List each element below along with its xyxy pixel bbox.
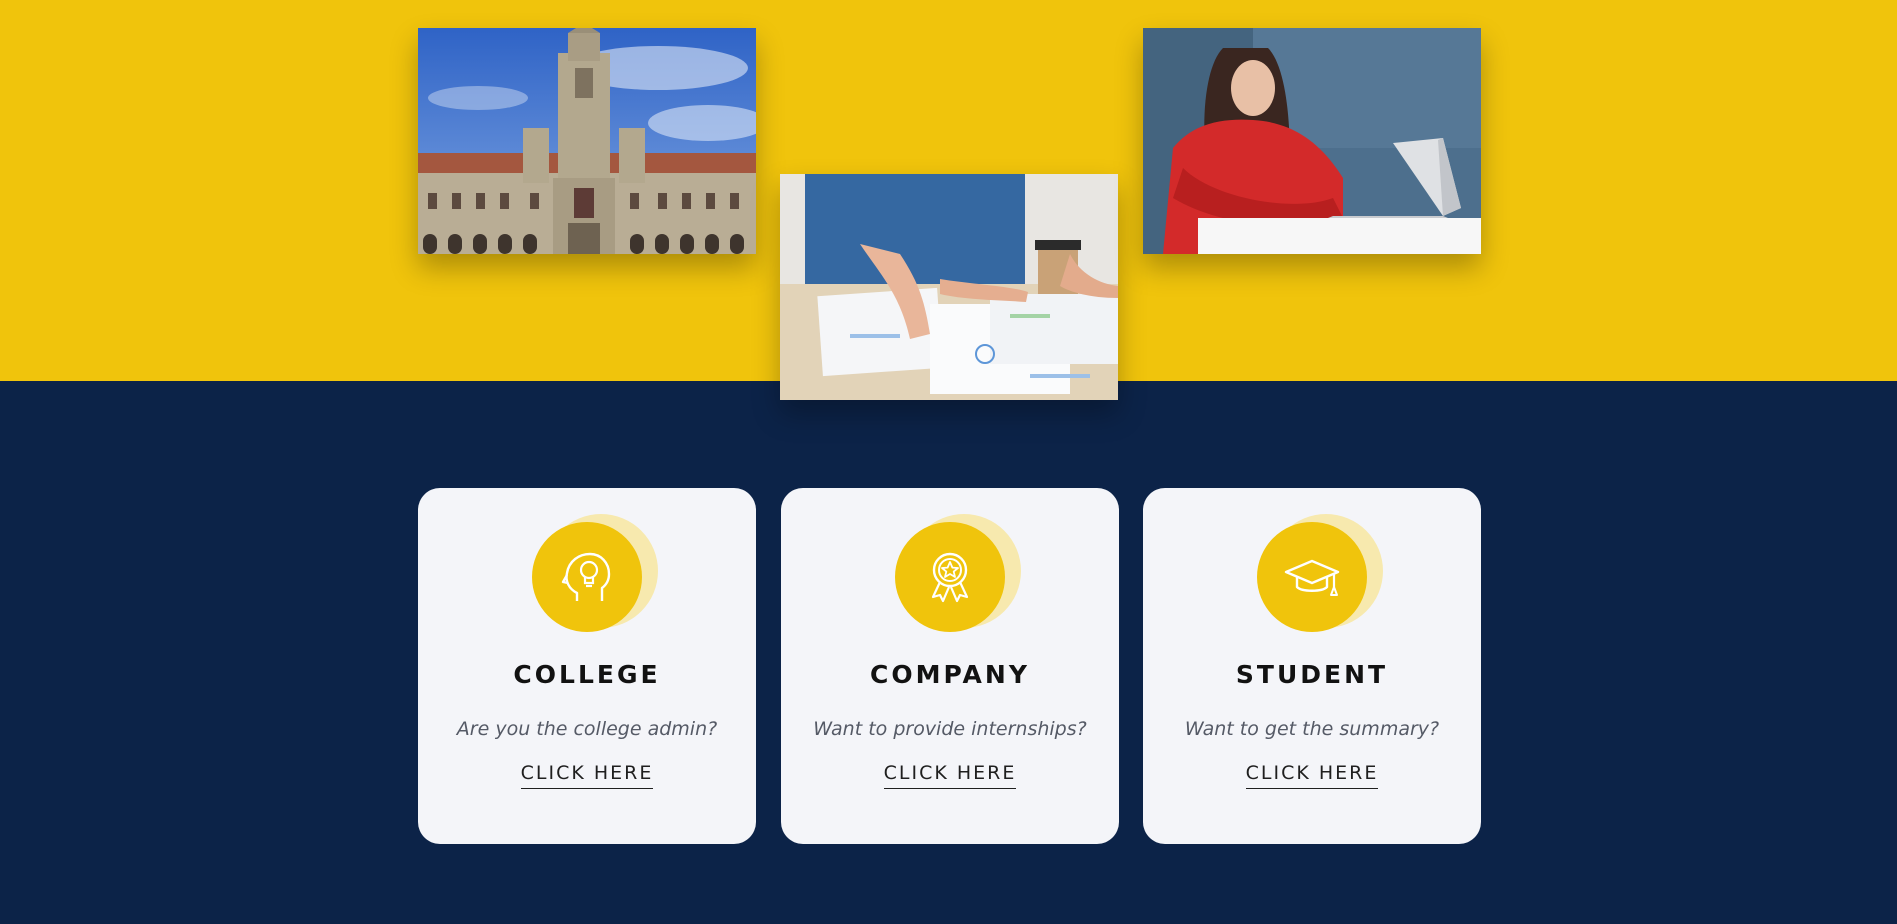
student-card: STUDENT Want to get the summary? CLICK H… — [1143, 488, 1481, 844]
company-card-title: COMPANY — [870, 660, 1030, 689]
company-meeting-image — [780, 174, 1118, 400]
college-cta-wrap: CLICK HERE — [418, 762, 756, 789]
icon-circle — [532, 522, 642, 632]
student-card-subtitle: Want to get the summary? — [1184, 718, 1440, 740]
graduation-cap-icon — [1284, 559, 1340, 596]
student-laptop-photo[interactable] — [1143, 28, 1481, 254]
icon-circle — [1257, 522, 1367, 632]
college-click-here-link[interactable]: CLICK HERE — [520, 762, 654, 789]
icon-circle — [895, 522, 1005, 632]
award-badge-icon — [931, 552, 969, 603]
student-laptop-image — [1143, 28, 1481, 254]
college-card-title: COLLEGE — [513, 660, 661, 689]
student-card-title: STUDENT — [1235, 660, 1389, 689]
college-building-photo[interactable] — [418, 28, 756, 254]
company-cta-wrap: CLICK HERE — [781, 762, 1119, 789]
company-card-subtitle: Want to provide internships? — [813, 718, 1087, 740]
company-meeting-photo[interactable] — [780, 174, 1118, 400]
college-icon-badge — [532, 514, 658, 640]
college-card-subtitle: Are you the college admin? — [456, 718, 718, 740]
college-building-image — [418, 28, 756, 254]
student-click-here-link[interactable]: CLICK HERE — [1245, 762, 1379, 789]
company-click-here-link[interactable]: CLICK HERE — [883, 762, 1017, 789]
college-card: COLLEGE Are you the college admin? CLICK… — [418, 488, 756, 844]
company-icon-badge — [895, 514, 1021, 640]
company-card: COMPANY Want to provide internships? CLI… — [781, 488, 1119, 844]
student-cta-wrap: CLICK HERE — [1143, 762, 1481, 789]
student-icon-badge — [1257, 514, 1383, 640]
head-lightbulb-icon — [561, 552, 611, 601]
